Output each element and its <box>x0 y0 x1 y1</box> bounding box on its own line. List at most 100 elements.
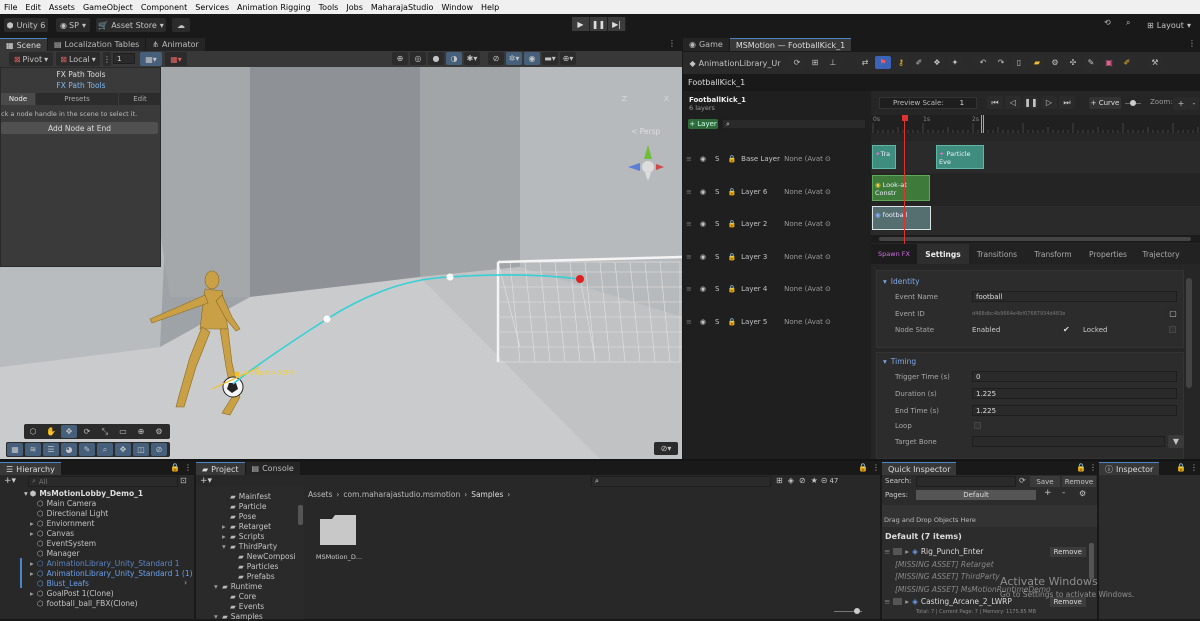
eye-icon[interactable]: ◉ <box>700 220 706 228</box>
refresh-icon[interactable]: ⟳ <box>1019 476 1026 485</box>
clip-block[interactable]: ◉ football <box>872 206 931 230</box>
shaded-button[interactable]: ◑ <box>446 52 462 65</box>
menu-item[interactable]: Window <box>441 3 473 12</box>
tools-button[interactable]: ✎ <box>1083 56 1099 69</box>
align-button[interactable]: ⊞ <box>807 56 823 69</box>
project-tree-scrollbar[interactable] <box>298 505 303 525</box>
toggle-icon[interactable] <box>893 548 903 555</box>
pivot-dropdown[interactable]: ⊠ Pivot ▾ <box>9 52 53 66</box>
tab-console[interactable]: ▤ Console <box>245 462 300 475</box>
more-options-icon[interactable]: ⋮ <box>184 463 192 472</box>
expand-arrow-icon[interactable]: ▸ <box>222 522 230 531</box>
tab-game[interactable]: ◉ Game <box>683 38 729 51</box>
detail-scrollbar[interactable] <box>1186 278 1192 388</box>
layer-row[interactable]: ≡ ◉ S 🔒 Base Layer None (Avat ⊙ <box>683 143 871 175</box>
toggle-icon[interactable] <box>893 598 903 605</box>
drop-area[interactable]: Drag and Drop Objects Here <box>882 505 1097 527</box>
lock-icon[interactable]: 🔒 <box>1176 463 1186 472</box>
clip-block[interactable]: ✦ Particle Eve <box>936 145 984 169</box>
slider-handle[interactable] <box>854 608 860 614</box>
detail-tab[interactable]: Spawn FX <box>871 244 917 264</box>
tab-msmotion[interactable]: MSMotion — FootballKick_1 <box>729 38 852 51</box>
quick-remove-button[interactable]: Remove <box>1062 476 1096 487</box>
search-icon[interactable]: ⌕ <box>1126 18 1130 28</box>
gear-icon[interactable]: ⚙ <box>1079 489 1086 498</box>
tools-settings-button[interactable]: ⚒ <box>1147 56 1163 69</box>
drag-handle-icon[interactable]: ≡ <box>884 597 890 606</box>
persp-label[interactable]: < Persp <box>631 127 660 136</box>
detail-tab[interactable]: Transitions <box>969 244 1025 264</box>
layout-dropdown[interactable]: ⊞ Layout ▾ <box>1144 18 1194 32</box>
render-settings-button[interactable]: ✱▾ <box>464 52 480 65</box>
menu-item[interactable]: Assets <box>49 3 75 12</box>
drag-handle-icon[interactable]: ≡ <box>686 253 692 261</box>
layer-avatar-field[interactable]: None (Avat <box>784 253 823 261</box>
group-header[interactable]: Default (7 items) <box>885 532 962 541</box>
menu-item[interactable]: Services <box>195 3 229 12</box>
visibility-toggle-button[interactable]: ⊘ <box>488 52 504 65</box>
menu-item[interactable]: Edit <box>25 3 41 12</box>
redo-button[interactable]: ↷ <box>993 56 1009 69</box>
eye-icon[interactable]: ◉ <box>700 155 706 163</box>
menu-item[interactable]: MaharajaStudio <box>371 3 434 12</box>
eye-icon[interactable]: ◉ <box>700 253 706 261</box>
layer-avatar-field[interactable]: None (Avat <box>784 285 823 293</box>
paint-button[interactable]: ✐ <box>1119 56 1135 69</box>
account-dropdown[interactable]: ◉ SP ▾ <box>56 18 90 32</box>
more-options-icon[interactable]: ⋮ <box>1089 463 1097 472</box>
preview-scale-value[interactable]: 1 <box>960 99 964 107</box>
visibility-icon[interactable]: ⊝ <box>821 476 828 485</box>
project-tree-item[interactable]: ▰ Mainfest <box>222 491 271 501</box>
timing-header[interactable]: ▾ Timing <box>883 357 916 366</box>
camera-dropdown[interactable]: ▬▾ <box>542 52 558 65</box>
quick-save-button[interactable]: Save <box>1030 476 1060 487</box>
hierarchy-item[interactable]: ⬡ Manager <box>30 548 79 558</box>
more-options-icon[interactable]: ⋮ <box>1190 463 1198 472</box>
filter-tag-icon[interactable]: ⊘ <box>799 476 806 485</box>
target-icon[interactable]: ⊙ <box>825 188 831 196</box>
drag-handle-icon[interactable]: ≡ <box>686 220 692 228</box>
timeline-ruler[interactable]: 0s 1s 2s <box>871 115 1200 133</box>
flag-button[interactable]: ⚑ <box>875 56 891 69</box>
detail-tab[interactable]: Transform <box>1025 244 1081 264</box>
end-marker[interactable] <box>981 115 985 133</box>
hierarchy-item[interactable]: ▸ ⬡ Enviornment <box>30 518 95 528</box>
hierarchy-scroll-arrow[interactable]: › <box>184 578 187 587</box>
custom-tool-button[interactable]: ⚙ <box>151 425 167 438</box>
play-button[interactable]: ▶ <box>572 17 590 31</box>
fx-tab-edit[interactable]: Edit <box>119 93 161 105</box>
view-tool-button[interactable]: ⬡ <box>25 425 41 438</box>
menu-item[interactable]: Animation Rigging <box>237 3 311 12</box>
key-button[interactable]: ⚷ <box>893 56 909 69</box>
grid-snap-button[interactable]: ⋮ <box>103 52 111 66</box>
eye-icon[interactable]: ◉ <box>700 188 706 196</box>
solo-toggle[interactable]: S <box>715 318 719 326</box>
save-button[interactable]: ▣ <box>1101 56 1117 69</box>
copy-id-button[interactable]: ▢ <box>1165 307 1181 320</box>
asset-store-button[interactable]: 🛒 Asset Store ▾ <box>96 18 166 32</box>
target-icon[interactable]: ⊙ <box>825 318 831 326</box>
transform-tool-button[interactable]: ⊕ <box>133 425 149 438</box>
grid-visibility-dropdown[interactable]: ▦▾ <box>140 52 162 66</box>
lock-icon[interactable]: 🔒 <box>727 220 736 228</box>
breadcrumb-item[interactable]: com.maharajastudio.msmotion <box>343 490 460 499</box>
lock-icon[interactable]: 🔒 <box>1076 463 1086 472</box>
expand-arrow-icon[interactable]: ▸ <box>905 597 909 606</box>
project-tree-item[interactable]: ▾ ▰ Runtime <box>214 581 262 591</box>
snap-button[interactable]: ✣ <box>1065 56 1081 69</box>
layer-row[interactable]: ≡ ◉ S 🔒 Layer 4 None (Avat ⊙ <box>683 273 871 305</box>
fx-tool-7-button[interactable]: ✥ <box>115 443 131 456</box>
layer-avatar-field[interactable]: None (Avat <box>784 155 823 163</box>
drag-handle-icon[interactable]: ≡ <box>686 285 692 293</box>
project-tree-item[interactable]: ▰ Pose <box>222 511 256 521</box>
layer-search-field[interactable]: ⌕ <box>722 119 866 129</box>
hierarchy-item[interactable]: ⬡ EventSystem <box>30 538 96 548</box>
project-create-button[interactable]: +▾ <box>200 476 212 486</box>
layer-row[interactable]: ≡ ◉ S 🔒 Layer 3 None (Avat ⊙ <box>683 241 871 273</box>
expand-arrow-icon[interactable]: ▸ <box>30 529 37 538</box>
add-node-button[interactable]: Add Node at End <box>1 122 158 134</box>
tab-quick-inspector[interactable]: Quick Inspector <box>882 462 957 475</box>
effects-dropdown[interactable]: ✲▾ <box>506 52 522 65</box>
lock-icon[interactable]: 🔒 <box>170 463 180 472</box>
fx-tool-5-button[interactable]: ✎ <box>79 443 95 456</box>
